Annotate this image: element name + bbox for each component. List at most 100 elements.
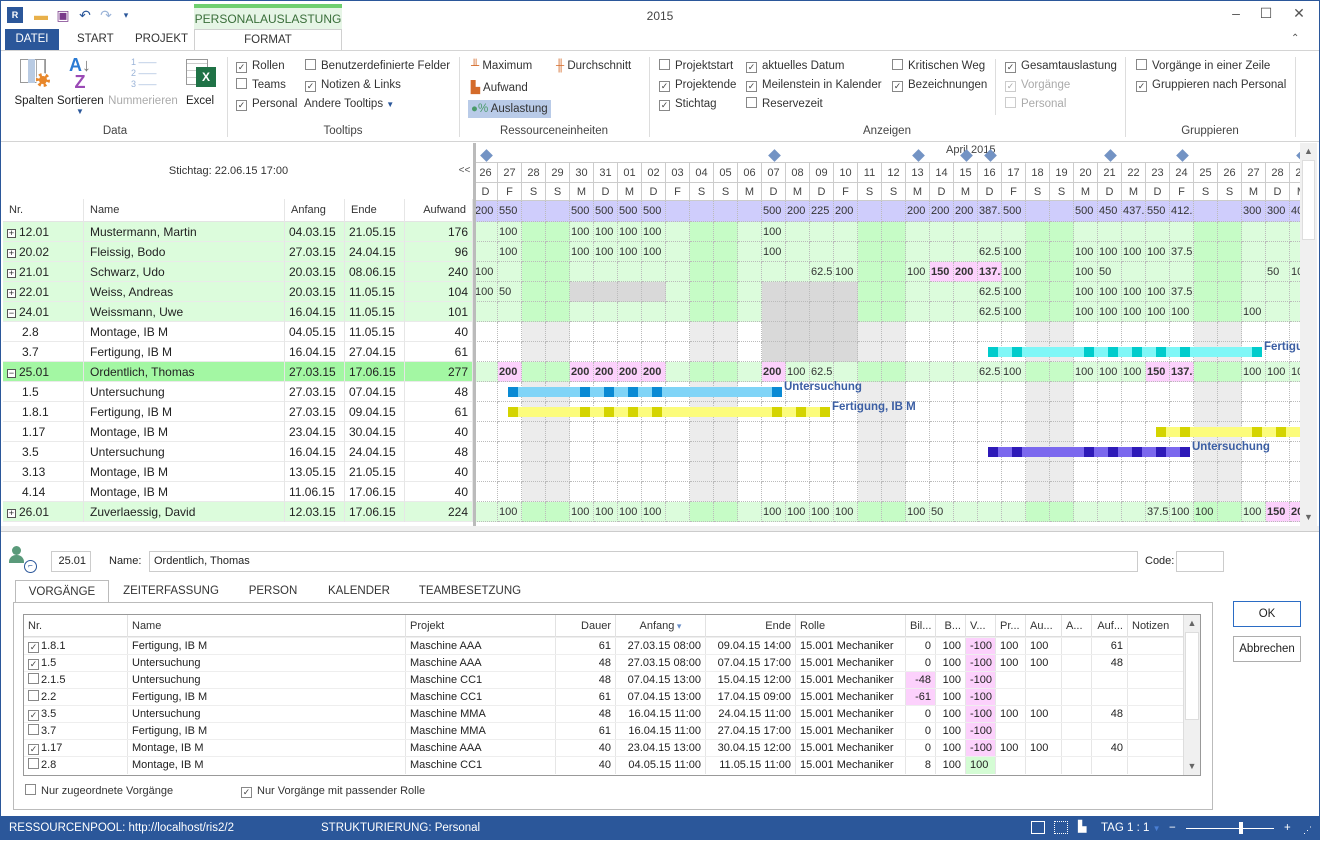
durchschnitt-button[interactable]: ╫ Durchschnitt — [556, 57, 631, 75]
task-row[interactable]: 4.14 Montage, IB M 11.06.15 17.06.15 40 — [3, 482, 473, 502]
view-grid-person-icon[interactable] — [1054, 821, 1068, 834]
scroll-up-icon[interactable]: ▲ — [1184, 615, 1200, 632]
task-row[interactable]: 3.5 Untersuchung 16.04.15 24.04.15 48 — [3, 442, 473, 462]
resource-row[interactable]: −25.01 Ordentlich, Thomas 27.03.15 17.06.15… — [3, 362, 473, 382]
checkbox-notizen-links[interactable]: ✓ Notizen & Links — [305, 76, 401, 94]
column-header-pr[interactable]: Pr... — [996, 615, 1026, 637]
column-header-nr[interactable]: Nr. — [3, 199, 84, 222]
row-checkbox[interactable]: ✓ — [28, 710, 39, 721]
column-header-rolle[interactable]: Rolle — [796, 615, 906, 637]
column-header-a[interactable]: A... — [1062, 615, 1092, 637]
tab-datei[interactable]: DATEI — [5, 29, 59, 51]
tab-projekt[interactable]: PROJEKT — [123, 29, 200, 51]
milestone-icon[interactable] — [1176, 149, 1189, 162]
minimize-button[interactable]: – — [1221, 5, 1251, 25]
tab-person[interactable]: PERSON — [233, 580, 313, 602]
row-checkbox[interactable] — [28, 690, 39, 701]
checkbox-aktuelles-datum[interactable]: ✓ aktuelles Datum — [746, 57, 844, 75]
column-header-v[interactable]: V... — [966, 615, 996, 637]
row-checkbox[interactable]: ✓ — [28, 744, 39, 755]
collapse-icon[interactable]: − — [7, 309, 16, 318]
milestone-icon[interactable] — [768, 149, 781, 162]
tab-vorgaenge[interactable]: VORGÄNGE — [15, 580, 109, 602]
column-header-b[interactable]: B... — [936, 615, 966, 637]
milestone-icon[interactable] — [912, 149, 925, 162]
tab-start[interactable]: START — [65, 29, 126, 51]
task-row[interactable]: 3.7 Fertigung, IB M 16.04.15 27.04.15 61 — [3, 342, 473, 362]
checkbox-stichtag[interactable]: ✓ Stichtag — [659, 95, 717, 113]
resource-row[interactable]: −24.01 Weissmann, Uwe 16.04.15 11.05.15 101 — [3, 302, 473, 322]
column-header-name[interactable]: Name — [84, 199, 285, 222]
task-bar[interactable] — [988, 347, 1256, 357]
checkbox-reservezeit[interactable]: Reservezeit — [746, 95, 823, 113]
sortieren-button[interactable]: A↓ Z Sortieren ▼ — [57, 56, 104, 116]
excel-button[interactable]: X Excel — [181, 57, 219, 107]
view-chart-person-icon[interactable]: ▙ — [1078, 820, 1094, 835]
resource-id-field[interactable]: 25.01 — [51, 551, 91, 572]
maximize-button[interactable]: ☐ — [1251, 5, 1281, 25]
task-row[interactable]: 1.5 Untersuchung 27.03.15 07.04.15 48 — [3, 382, 473, 402]
table-row[interactable]: 3.7 Fertigung, IB M Maschine MMA 61 16.04.15… — [24, 722, 1184, 740]
checkbox-projektstart[interactable]: Projektstart — [659, 57, 733, 75]
column-header-ende[interactable]: Ende — [706, 615, 796, 637]
table-row[interactable]: 2.2 Fertigung, IB M Maschine CC1 61 07.04.15… — [24, 688, 1184, 706]
checkbox-gruppieren-nach-personal[interactable]: ✓ Gruppieren nach Personal — [1136, 76, 1286, 94]
table-row[interactable]: ✓ 1.8.1 Fertigung, IB M Maschine AAA 61 27.03… — [24, 637, 1184, 655]
row-checkbox[interactable] — [28, 724, 39, 735]
resource-row[interactable]: +21.01 Schwarz, Udo 20.03.15 08.06.15 240 — [3, 262, 473, 282]
scroll-down-icon[interactable]: ▼ — [1300, 509, 1317, 526]
checkbox-personal[interactable]: ✓ Personal — [236, 95, 297, 113]
open-folder-icon[interactable]: ▬ — [33, 7, 49, 23]
save-icon[interactable]: ▣ — [55, 7, 71, 23]
column-header-name[interactable]: Name — [128, 615, 406, 637]
scroll-down-icon[interactable]: ▼ — [1184, 758, 1200, 775]
column-header-notizen[interactable]: Notizen — [1128, 615, 1184, 637]
scroll-up-icon[interactable]: ▲ — [1300, 143, 1317, 160]
column-header-auf[interactable]: Auf... — [1092, 615, 1128, 637]
row-checkbox[interactable]: ✓ — [28, 659, 39, 670]
ok-button[interactable]: OK — [1233, 601, 1301, 627]
milestone-icon[interactable] — [1104, 149, 1117, 162]
aufwand-button[interactable]: ▙ Aufwand — [471, 79, 528, 97]
column-header-ende[interactable]: Ende — [345, 199, 405, 222]
auslastung-button[interactable]: ●% Auslastung — [468, 100, 551, 118]
resource-row[interactable]: +26.01 Zuverlaessig, David 12.03.15 17.06.1… — [3, 502, 473, 522]
column-header-projekt[interactable]: Projekt — [406, 615, 556, 637]
table-vertical-scrollbar[interactable]: ▲ ▼ — [1183, 615, 1200, 775]
zoom-out-button[interactable]: − — [1169, 816, 1176, 840]
column-header-au[interactable]: Au... — [1026, 615, 1062, 637]
zoom-slider-track[interactable] — [1186, 828, 1274, 829]
checkbox-vorgaenge-in-einer-zeile[interactable]: Vorgänge in einer Zeile — [1136, 57, 1270, 75]
tab-zeiterfassung[interactable]: ZEITERFASSUNG — [111, 580, 231, 602]
task-row[interactable]: 1.8.1 Fertigung, IB M 27.03.15 09.04.15 61 — [3, 402, 473, 422]
gantt-vertical-scrollbar[interactable]: ▲ ▼ — [1300, 143, 1317, 526]
row-checkbox[interactable] — [28, 673, 39, 684]
table-row[interactable]: ✓ 1.17 Montage, IB M Maschine AAA 40 23.04.15… — [24, 739, 1184, 757]
cancel-button[interactable]: Abbrechen — [1233, 636, 1301, 662]
task-bar[interactable] — [508, 387, 776, 397]
task-row[interactable]: 1.17 Montage, IB M 23.04.15 30.04.15 40 — [3, 422, 473, 442]
redo-icon[interactable]: ↷ — [98, 7, 114, 23]
resize-grip-icon[interactable]: ⋰ — [1303, 818, 1312, 842]
scroll-thumb[interactable] — [1302, 160, 1315, 240]
checkbox-teams[interactable]: Teams — [236, 76, 286, 94]
undo-icon[interactable]: ↶ — [77, 7, 93, 23]
view-layout-icon[interactable] — [1031, 821, 1045, 834]
task-row[interactable]: 3.13 Montage, IB M 13.05.15 21.05.15 40 — [3, 462, 473, 482]
checkbox-kritischen-weg[interactable]: Kritischen Weg — [892, 57, 985, 75]
table-row[interactable]: ✓ 3.5 Untersuchung Maschine MMA 48 16.04.15 1… — [24, 705, 1184, 723]
column-header-aufwand[interactable]: Aufwand — [405, 199, 473, 222]
column-header-dauer[interactable]: Dauer — [556, 615, 616, 637]
resource-row[interactable]: +20.02 Fleissig, Bodo 27.03.15 24.04.15 96 — [3, 242, 473, 262]
expand-icon[interactable]: + — [7, 269, 16, 278]
tab-format[interactable]: FORMAT — [194, 29, 342, 51]
expand-icon[interactable]: + — [7, 289, 16, 298]
expand-icon[interactable]: + — [7, 509, 16, 518]
table-row[interactable]: 2.8 Montage, IB M Maschine CC1 40 04.05.15 1… — [24, 756, 1184, 774]
milestone-icon[interactable] — [480, 149, 493, 162]
checkbox-benutzerdefinierte-felder[interactable]: Benutzerdefinierte Felder — [305, 57, 450, 75]
expand-icon[interactable]: + — [7, 229, 16, 238]
checkbox-gesamtauslastung[interactable]: ✓ Gesamtauslastung — [1005, 57, 1117, 75]
tab-teambesetzung[interactable]: TEAMBESETZUNG — [405, 580, 535, 602]
checkbox-nur-vorgaenge-passende-rolle[interactable]: ✓ Nur Vorgänge mit passender Rolle — [241, 782, 425, 800]
